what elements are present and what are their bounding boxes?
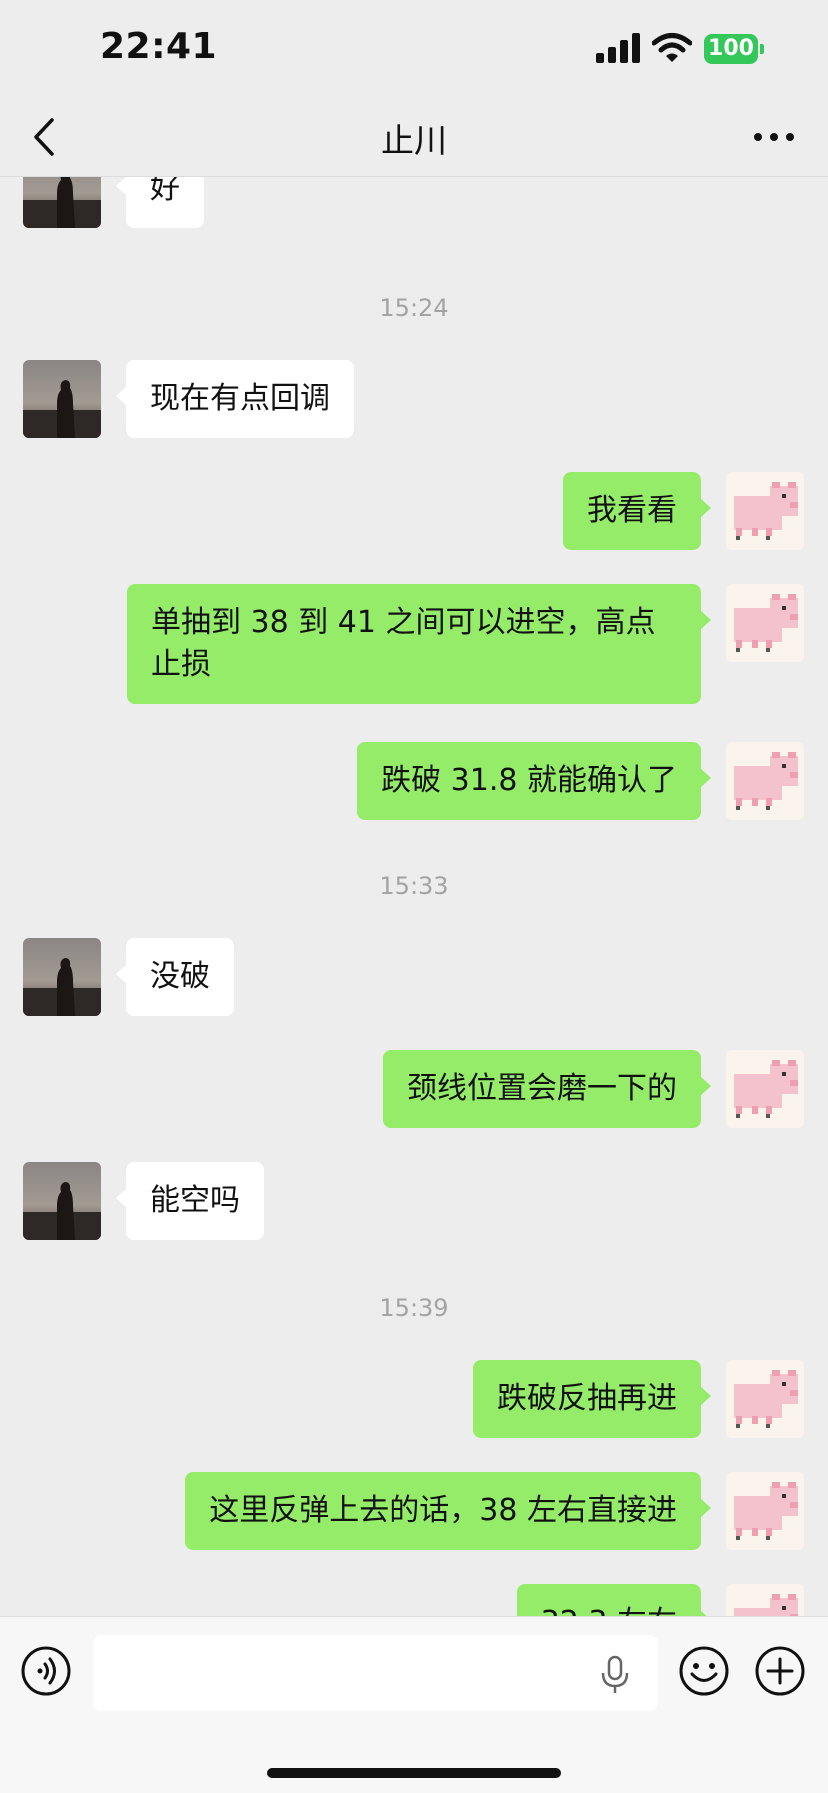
- self-avatar[interactable]: [726, 584, 804, 662]
- self-avatar[interactable]: [726, 1050, 804, 1128]
- voice-mode-icon[interactable]: [20, 1645, 72, 1697]
- received-message[interactable]: 现在有点回调: [116, 360, 354, 438]
- sent-message[interactable]: 这里反弹上去的话，38 左右直接进: [185, 1472, 711, 1550]
- contact-avatar[interactable]: [23, 176, 101, 228]
- timestamp: 15:24: [379, 294, 449, 322]
- message-input[interactable]: [93, 1635, 658, 1711]
- timestamp: 15:33: [379, 872, 449, 900]
- emoji-icon[interactable]: [678, 1645, 730, 1697]
- contact-avatar[interactable]: [23, 1162, 101, 1240]
- message-list[interactable]: 好 15:24 现在有点回调 我看看 单抽到 38 到 41 之间可以进空，高点…: [0, 176, 828, 1616]
- sent-message[interactable]: 我看看: [563, 472, 711, 550]
- cellular-signal-icon: [596, 33, 640, 63]
- input-bar: [0, 1616, 828, 1793]
- sent-message[interactable]: 颈线位置会磨一下的: [383, 1050, 711, 1128]
- contact-avatar[interactable]: [23, 938, 101, 1016]
- self-avatar[interactable]: [726, 1472, 804, 1550]
- contact-avatar[interactable]: [23, 360, 101, 438]
- chat-header: 止川: [0, 100, 828, 177]
- chat-title: 止川: [381, 121, 447, 160]
- self-avatar[interactable]: [726, 742, 804, 820]
- self-avatar[interactable]: [726, 1360, 804, 1438]
- more-icon[interactable]: [752, 124, 796, 150]
- sent-message[interactable]: 跌破反抽再进: [473, 1360, 711, 1438]
- battery-level: 100: [704, 34, 758, 64]
- home-indicator[interactable]: [267, 1768, 561, 1778]
- sent-message[interactable]: 单抽到 38 到 41 之间可以进空，高点止损: [127, 584, 711, 704]
- received-message[interactable]: 没破: [116, 938, 234, 1016]
- sent-message[interactable]: 跌破 31.8 就能确认了: [357, 742, 711, 820]
- self-avatar[interactable]: [726, 1584, 804, 1616]
- status-bar: 22:41 100: [0, 0, 828, 100]
- sent-message[interactable]: 32.3 左右: [516, 1584, 712, 1616]
- microphone-icon[interactable]: [598, 1655, 632, 1695]
- status-time: 22:41: [100, 26, 218, 67]
- battery-icon: 100: [704, 34, 764, 64]
- received-message[interactable]: 好: [116, 176, 204, 228]
- add-icon[interactable]: [754, 1645, 806, 1697]
- self-avatar[interactable]: [726, 472, 804, 550]
- timestamp: 15:39: [379, 1294, 449, 1322]
- wifi-icon: [652, 33, 692, 62]
- received-message[interactable]: 能空吗: [116, 1162, 264, 1240]
